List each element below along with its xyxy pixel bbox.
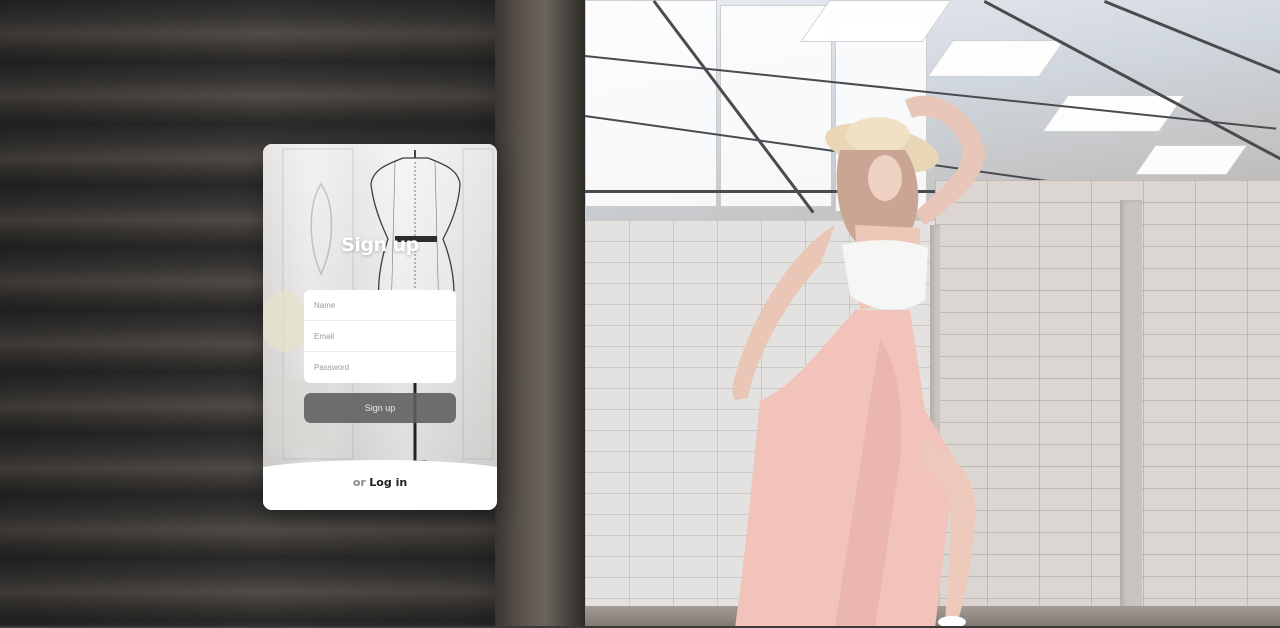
roof-window — [585, 0, 717, 207]
signup-button[interactable]: Sign up — [304, 393, 456, 423]
floor-board — [585, 606, 1280, 628]
skylight — [927, 40, 1065, 77]
login-link[interactable]: Log in — [369, 476, 407, 489]
signup-title: Sign up — [341, 234, 419, 256]
roof-window — [835, 20, 927, 212]
brick-wall-right — [935, 180, 1280, 628]
skylight — [1134, 145, 1248, 175]
wardrobe-panel — [462, 148, 494, 460]
background-warehouse — [584, 0, 1280, 628]
background-door-frame — [495, 0, 585, 628]
signup-form — [304, 290, 456, 383]
password-input[interactable] — [304, 352, 456, 383]
wardrobe-ornament — [310, 182, 333, 276]
skylight — [1042, 95, 1185, 132]
login-prompt: or Log in — [263, 476, 497, 489]
wall-pillar — [930, 225, 940, 620]
wall-pillar — [1120, 200, 1142, 620]
page: Sign up Sign up or Log in — [0, 0, 1280, 628]
signup-card: Sign up Sign up or Log in — [263, 144, 497, 510]
or-label: or — [352, 476, 366, 489]
decor-round-object — [263, 292, 309, 352]
email-input[interactable] — [304, 321, 456, 352]
name-input[interactable] — [304, 290, 456, 321]
brick-wall-left — [585, 220, 935, 628]
